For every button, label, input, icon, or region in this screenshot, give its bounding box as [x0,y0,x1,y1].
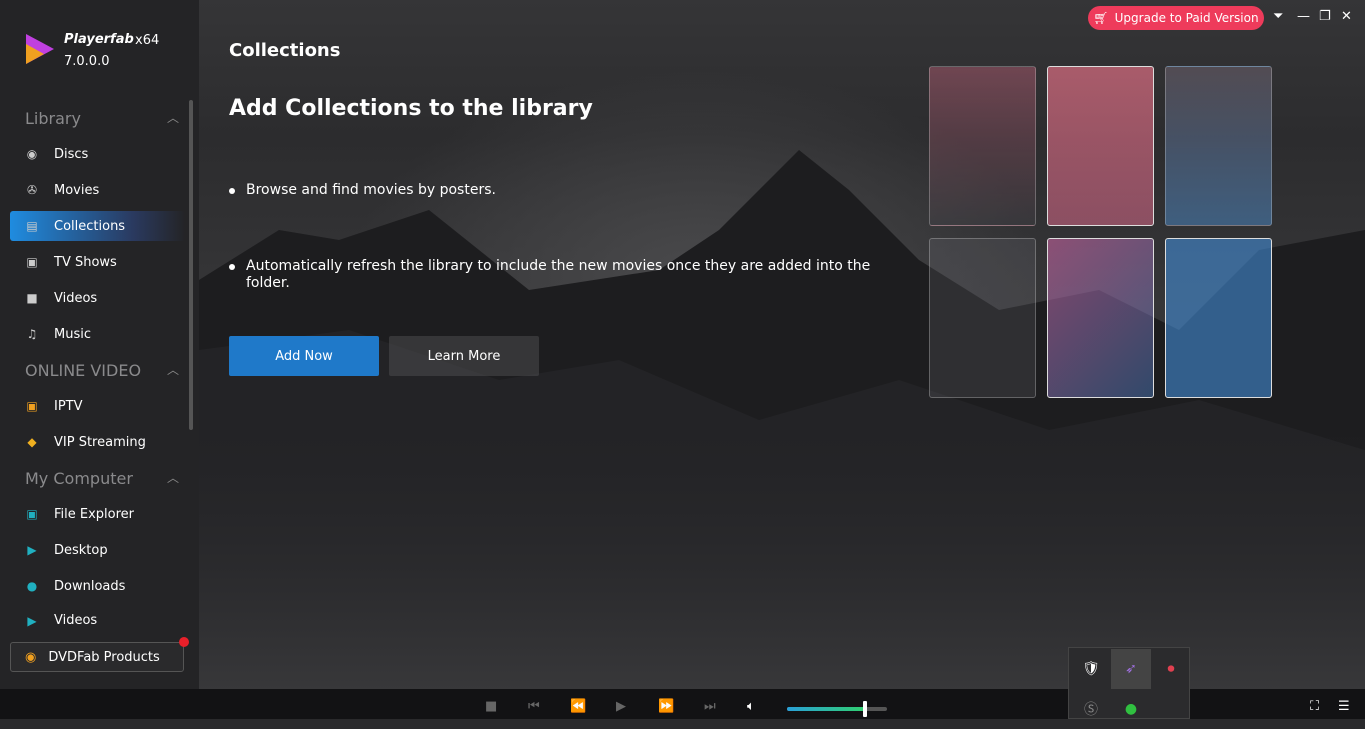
sidebar-item-vip-streaming[interactable]: ◆ VIP Streaming [10,427,185,457]
section-label: ONLINE VIDEO [25,361,142,380]
section-online-video[interactable]: ONLINE VIDEO ︿ [25,361,185,380]
upgrade-button[interactable]: 🛒︎ Upgrade to Paid Version [1088,6,1264,30]
menu-dropdown-icon[interactable]: ⏷ [1273,9,1283,24]
sidebar-item-iptv[interactable]: ▣ IPTV [10,391,185,421]
sidebar-item-music[interactable]: ♫ Music [10,319,185,349]
sidebar-item-collections[interactable]: ▤ Collections [10,211,185,241]
fullscreen-icon[interactable]: ⛶ [1310,699,1319,714]
sidebar-item-tv-shows[interactable]: ▣ TV Shows [10,247,185,277]
app-version: 7.0.0.0 [64,54,110,69]
sidebar-item-label: Collections [54,218,126,234]
add-now-button[interactable]: Add Now [229,336,379,376]
screen-recorder-icon[interactable]: ⏺ [1151,649,1191,689]
sidebar-item-discs[interactable]: ◉ Discs [10,139,185,169]
poster-tile [929,238,1036,398]
film-reel-icon: ✇ [26,183,38,197]
cart-icon: 🛒︎ [1093,11,1109,25]
poster-tile [1165,238,1272,398]
upgrade-label: Upgrade to Paid Version [1114,11,1259,25]
rewind-icon[interactable]: ⏪ [570,699,586,714]
feather-app-icon[interactable]: ➶ [1111,649,1151,689]
chevron-up-icon[interactable]: ︿ [167,109,179,126]
page-heading: Add Collections to the library [229,96,593,121]
tv-icon: ▣ [26,255,38,269]
close-icon[interactable]: ✕ [1341,9,1352,24]
security-shield-icon[interactable]: 🛡︎ [1071,649,1111,689]
downloads-icon: ● [26,579,38,593]
restore-icon[interactable]: ❐ [1319,9,1331,24]
skype-icon[interactable]: Ⓢ [1071,689,1111,729]
sidebar-scrollbar[interactable] [189,100,193,430]
volume-icon[interactable]: 🔈︎ [747,699,755,714]
sidebar-item-label: Videos [54,290,98,306]
stop-icon[interactable]: ■ [485,699,497,714]
disc-icon: ◉ [26,147,38,161]
poster-tile [929,66,1036,226]
collections-icon: ▤ [26,219,38,233]
vip-diamond-icon: ◆ [27,435,37,449]
section-my-computer[interactable]: My Computer ︿ [25,469,185,488]
video-camera-icon: ■ [26,291,38,305]
sidebar-item-label: Desktop [54,542,108,558]
fast-forward-icon[interactable]: ⏩ [658,699,674,714]
sidebar-item-file-explorer[interactable]: ▣ File Explorer [10,499,185,529]
feature-bullet: Automatically refresh the library to inc… [229,258,889,292]
dvdfab-logo-icon: ◉ [25,649,37,665]
volume-knob[interactable] [863,701,867,717]
sidebar-item-label: Downloads [54,578,126,594]
sidebar-item-label: IPTV [54,398,83,414]
learn-more-button[interactable]: Learn More [389,336,539,376]
sidebar-item-label: Discs [54,146,89,162]
wechat-icon[interactable]: ● [1111,689,1151,729]
volume-slider[interactable] [787,701,887,717]
sidebar-item-label: VIP Streaming [54,434,146,450]
volume-fill [787,707,865,711]
poster-tile [1165,66,1272,226]
sidebar-item-desktop[interactable]: ▶ Desktop [10,535,185,565]
sidebar-item-label: Music [54,326,91,342]
iptv-icon: ▣ [26,399,38,413]
sidebar-item-downloads[interactable]: ● Downloads [10,571,185,601]
play-icon[interactable]: ▶ [616,699,626,714]
sidebar-item-label: Movies [54,182,100,198]
app-arch: x64 [135,33,160,48]
poster-tile [1047,238,1154,398]
playlist-icon[interactable]: ☰ [1338,699,1350,714]
music-note-icon: ♫ [26,327,38,341]
file-explorer-icon: ▣ [26,507,38,521]
poster-tile [1047,66,1154,226]
sidebar-item-label: Videos [54,613,98,628]
system-tray-popup: 🛡︎ ➶ ⏺ Ⓢ ● [1068,647,1190,719]
desktop-icon: ▶ [27,543,37,557]
previous-icon[interactable]: ⏮ [528,699,540,714]
notification-dot [179,637,189,647]
minimize-icon[interactable]: — [1297,9,1310,24]
chevron-up-icon[interactable]: ︿ [167,469,179,486]
products-label: DVDFab Products [48,649,160,665]
sidebar-item-videos-folder[interactable]: ▶ Videos [10,607,185,629]
sidebar-item-videos[interactable]: ■ Videos [10,283,185,313]
section-label: My Computer [25,469,133,488]
chevron-up-icon[interactable]: ︿ [167,361,179,378]
app-name: Playerfab [64,32,134,47]
sidebar-item-movies[interactable]: ✇ Movies [10,175,185,205]
section-library[interactable]: Library ︿ [25,109,185,128]
videos-folder-icon: ▶ [27,614,37,628]
sidebar: Playerfab x64 7.0.0.0 Library ︿ ◉ Discs ✇ M… [0,0,199,689]
page-title: Collections [229,40,341,61]
section-label: Library [25,109,81,128]
sidebar-item-label: TV Shows [54,254,117,270]
dvdfab-products-button[interactable]: ◉ DVDFab Products [10,642,184,672]
sidebar-item-label: File Explorer [54,506,135,522]
playerfab-logo [26,34,54,64]
feature-bullet: Browse and find movies by posters. [229,182,889,199]
next-icon[interactable]: ⏭ [704,699,716,714]
